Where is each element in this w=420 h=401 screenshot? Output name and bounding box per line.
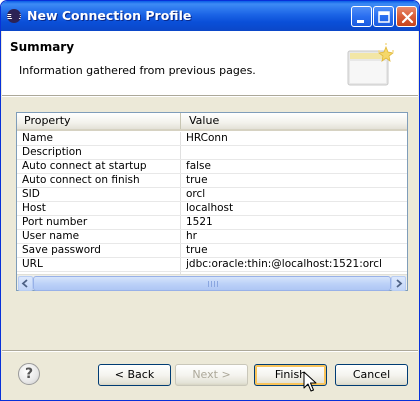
close-icon	[401, 11, 414, 24]
value-cell: 1521	[186, 216, 213, 228]
close-button[interactable]	[396, 6, 417, 27]
value-cell: true	[186, 174, 208, 186]
table-header: Property Value	[17, 113, 407, 131]
value-cell: jdbc:oracle:thin:@localhost:1521:orcl	[186, 258, 382, 270]
value-cell: HRConn	[186, 132, 228, 144]
property-cell: Host	[22, 202, 46, 214]
value-cell: orcl	[186, 188, 206, 200]
thumb-grip	[208, 281, 209, 287]
value-cell: false	[186, 160, 211, 172]
wizard-header: Summary Information gathered from previo…	[2, 31, 418, 95]
property-cell: Auto connect on finish	[22, 174, 140, 186]
table-row[interactable]: Port number 1521	[17, 216, 407, 230]
property-cell: URL	[22, 258, 43, 270]
maximize-icon	[378, 11, 390, 23]
window-title: New Connection Profile	[27, 8, 192, 23]
property-cell: User name	[22, 230, 80, 242]
back-button[interactable]: < Back	[98, 364, 171, 386]
scroll-right-icon	[396, 279, 403, 288]
mouse-pointer-icon	[303, 371, 317, 392]
thumb-grip	[217, 281, 218, 287]
table-row[interactable]: SID orcl	[17, 188, 407, 202]
value-cell: true	[186, 244, 208, 256]
next-button[interactable]: Next >	[175, 364, 248, 386]
property-cell: Name	[22, 132, 53, 144]
eclipse-icon	[7, 9, 21, 23]
scroll-right-button[interactable]	[391, 276, 406, 291]
header-divider-highlight	[2, 96, 418, 97]
title-bar[interactable]: New Connection Profile	[1, 1, 419, 31]
table-row[interactable]: Auto connect at startup false	[17, 160, 407, 174]
cancel-button[interactable]: Cancel	[335, 364, 408, 386]
summary-table[interactable]: Property Value Name HRConn Description Auto…	[16, 112, 408, 291]
property-cell: SID	[22, 188, 40, 200]
page-description: Information gathered from previous pages…	[19, 64, 256, 77]
scrollbar-thumb[interactable]	[33, 276, 391, 291]
table-row[interactable]: Name HRConn	[17, 132, 407, 146]
maximize-button[interactable]	[373, 6, 394, 27]
value-cell: hr	[186, 230, 197, 242]
value-cell: localhost	[186, 202, 234, 214]
wizard-banner-icon	[347, 43, 394, 86]
thumb-grip	[214, 281, 215, 287]
column-header-value[interactable]: Value	[181, 113, 407, 129]
dialog-window: New Connection Profile Summary Informati…	[0, 0, 420, 401]
thumb-grip	[211, 281, 212, 287]
value-cell	[186, 146, 406, 159]
property-cell: Port number	[22, 216, 88, 228]
table-body: Name HRConn Description Auto connect at sta…	[17, 132, 407, 272]
property-cell: Description	[22, 146, 82, 158]
horizontal-scrollbar[interactable]	[17, 274, 407, 291]
help-icon[interactable]: ?	[18, 363, 40, 385]
table-row[interactable]: Auto connect on finish true	[17, 174, 407, 188]
scroll-left-icon	[21, 279, 28, 288]
property-cell: Auto connect at startup	[22, 160, 147, 172]
column-header-property[interactable]: Property	[17, 113, 181, 129]
scroll-left-button[interactable]	[18, 276, 33, 291]
footer-divider-highlight	[2, 351, 418, 352]
page-title: Summary	[10, 40, 75, 54]
minimize-button[interactable]	[351, 6, 372, 27]
minimize-icon	[357, 20, 364, 23]
table-row[interactable]: URL jdbc:oracle:thin:@localhost:1521:orcl	[17, 258, 407, 272]
property-cell: Save password	[22, 244, 101, 256]
table-row[interactable]: User name hr	[17, 230, 407, 244]
table-row[interactable]: Host localhost	[17, 202, 407, 216]
table-row[interactable]: Save password true	[17, 244, 407, 258]
table-row[interactable]: Description	[17, 146, 407, 160]
